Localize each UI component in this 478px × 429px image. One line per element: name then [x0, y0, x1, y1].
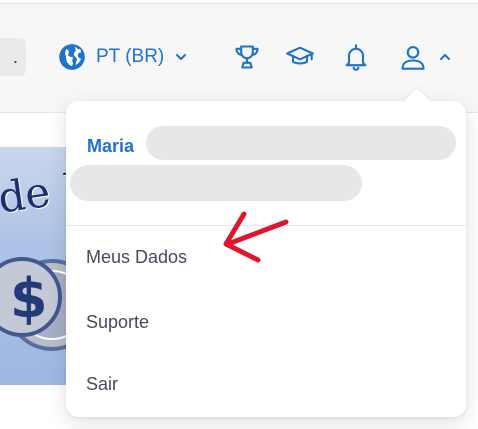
- page: . PT (BR) de $ Maria Meus Dados Suporte …: [0, 0, 478, 429]
- header-top-edge: [0, 0, 478, 4]
- user-menu-button[interactable]: [396, 40, 430, 74]
- annotation-arrow-icon: [223, 211, 289, 263]
- bell-icon: [345, 44, 367, 71]
- redacted-email-block: [70, 165, 362, 201]
- language-label: PT (BR): [96, 46, 165, 67]
- menu-item-meus-dados[interactable]: Meus Dados: [86, 247, 187, 268]
- menu-item-sair[interactable]: Sair: [86, 374, 118, 395]
- graduation-cap-icon: [286, 46, 314, 65]
- trophy-icon: [235, 45, 259, 69]
- user-icon: [401, 46, 425, 70]
- redacted-name-block: [146, 126, 456, 160]
- chevron-down-icon: [176, 54, 187, 60]
- svg-text:$: $: [10, 267, 48, 330]
- language-selector[interactable]: PT (BR): [58, 42, 188, 72]
- search-input[interactable]: .: [0, 38, 26, 76]
- notifications-button[interactable]: [339, 40, 373, 74]
- globe-icon: [59, 44, 85, 70]
- courses-button[interactable]: [283, 40, 317, 74]
- achievements-button[interactable]: [230, 40, 264, 74]
- menu-item-suporte[interactable]: Suporte: [86, 312, 149, 333]
- top-header: . PT (BR): [0, 0, 478, 113]
- chevron-up-icon[interactable]: [438, 50, 452, 64]
- user-name: Maria: [87, 136, 135, 156]
